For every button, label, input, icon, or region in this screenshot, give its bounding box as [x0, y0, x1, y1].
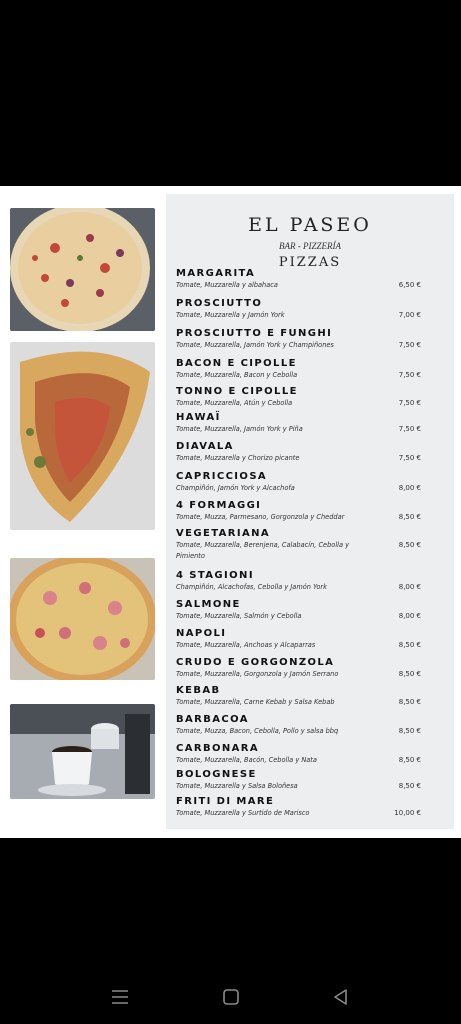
menu-item: CAPRICCIOSA Champiñón, Jamón York y Alcac…	[176, 471, 421, 494]
pizza-photo	[10, 208, 155, 331]
item-name: SALMONE	[176, 599, 241, 610]
item-name: CRUDO E GORGONZOLA	[176, 657, 335, 668]
item-name: 4 FORMAGGI	[176, 500, 262, 511]
item-price: 8,00 €	[398, 484, 421, 492]
home-icon[interactable]	[219, 986, 243, 1008]
item-price: 8,50 €	[398, 698, 421, 706]
item-description: Tomate, Muzzarella, Jamón York y Champiñ…	[176, 341, 334, 349]
pizza-ham-photo	[10, 558, 155, 680]
item-name: BACON E CIPOLLE	[176, 358, 297, 369]
item-price: 8,50 €	[398, 513, 421, 521]
menu-item: TONNO E CIPOLLE Tomate, Muzzarella, Atún …	[176, 386, 421, 409]
restaurant-subtitle: BAR - PIZZERÍA	[279, 241, 341, 251]
item-price: 6,50 €	[398, 281, 421, 289]
menu-item: BACON E CIPOLLE Tomate, Muzzarella, Bacon…	[176, 358, 421, 381]
item-description: Tomate, Muzzarella y albahaca	[176, 281, 278, 289]
menu-image: EL PASEO BAR - PIZZERÍA PIZZAS MARGARITA…	[0, 186, 461, 838]
item-description: Tomate, Muzzarella y Salsa Boloñesa	[176, 782, 298, 790]
item-price: 7,50 €	[398, 425, 421, 433]
menu-item: 4 STAGIONI Champiñón, Alcachofas, Cebolla…	[176, 570, 421, 593]
menu-item: PROSCIUTTO Tomate, Muzzarella y Jamón Yor…	[176, 298, 421, 321]
item-name: BARBACOA	[176, 714, 249, 725]
menu-item: CRUDO E GORGONZOLA Tomate, Muzzarella, Go…	[176, 657, 421, 680]
menu-item: MARGARITA Tomate, Muzzarella y albahaca 6,…	[176, 268, 421, 291]
menu-item: BARBACOA Tomate, Muzza, Bacon, Cebolla, P…	[176, 714, 421, 737]
item-description: Tomate, Muzzarella y Jamón York	[176, 311, 285, 319]
item-description: Tomate, Muzzarella y Chorizo picante	[176, 454, 300, 462]
item-price: 8,00 €	[398, 583, 421, 591]
menu-icon[interactable]	[108, 986, 132, 1008]
item-name: NAPOLI	[176, 628, 227, 639]
item-description: Tomate, Muzza, Parmesano, Gorgonzola y C…	[176, 513, 345, 521]
item-name: PROSCIUTTO	[176, 298, 263, 309]
item-description: Tomate, Muzzarella, Salmón y Cebolla	[176, 612, 302, 620]
item-description: Tomate, Muzzarella, Anchoas y Alcaparras	[176, 641, 316, 649]
menu-item: KEBAB Tomate, Muzzarella, Carne Kebab y S…	[176, 685, 421, 708]
item-price: 8,50 €	[398, 541, 421, 549]
menu-item: SALMONE Tomate, Muzzarella, Salmón y Cebo…	[176, 599, 421, 622]
item-price: 8,50 €	[398, 670, 421, 678]
item-name: MARGARITA	[176, 268, 256, 279]
item-description: Tomate, Muzzarella, Bacón, Cebolla y Nat…	[176, 756, 317, 764]
menu-panel: EL PASEO BAR - PIZZERÍA PIZZAS MARGARITA…	[166, 194, 454, 829]
item-name: HAWAÏ	[176, 412, 221, 423]
item-description: Champiñón, Alcachofas, Cebolla y Jamón Y…	[176, 583, 327, 591]
item-name: KEBAB	[176, 685, 221, 696]
back-icon[interactable]	[329, 986, 353, 1008]
item-name: VEGETARIANA	[176, 528, 271, 539]
item-name: BOLOGNESE	[176, 769, 257, 780]
item-description: Tomate, Muzzarella, Gorgonzola y Jamón S…	[176, 670, 339, 678]
item-name: DIAVALA	[176, 441, 234, 452]
item-price: 7,50 €	[398, 371, 421, 379]
item-name: FRITI DI MARE	[176, 796, 275, 807]
item-description: Tomate, Muzzarella, Berenjena, Calabacín…	[176, 541, 350, 560]
item-description: Tomate, Muzzarella y Surtido de Marisco	[176, 809, 310, 817]
restaurant-name: EL PASEO	[248, 214, 372, 236]
item-price: 8,50 €	[398, 727, 421, 735]
menu-item: VEGETARIANA Tomate, Muzzarella, Berenjena…	[176, 528, 421, 562]
item-description: Champiñón, Jamón York y Alcachofa	[176, 484, 295, 492]
item-name: TONNO E CIPOLLE	[176, 386, 298, 397]
item-name: PROSCIUTTO E FUNGHI	[176, 328, 333, 339]
item-description: Tomate, Muzzarella, Bacon y Cebolla	[176, 371, 298, 379]
item-price: 7,50 €	[398, 341, 421, 349]
menu-item: NAPOLI Tomate, Muzzarella, Anchoas y Alca…	[176, 628, 421, 651]
item-price: 8,50 €	[398, 756, 421, 764]
item-price: 8,50 €	[398, 782, 421, 790]
item-price: 7,00 €	[398, 311, 421, 319]
menu-item: 4 FORMAGGI Tomate, Muzza, Parmesano, Gorg…	[176, 500, 421, 523]
menu-item: DIAVALA Tomate, Muzzarella y Chorizo pica…	[176, 441, 421, 464]
menu-item: FRITI DI MARE Tomate, Muzzarella y Surtid…	[176, 796, 421, 819]
item-name: CARBONARA	[176, 743, 260, 754]
item-price: 10,00 €	[394, 809, 421, 817]
item-price: 8,50 €	[398, 641, 421, 649]
item-price: 7,50 €	[398, 454, 421, 462]
item-name: CAPRICCIOSA	[176, 471, 268, 482]
menu-item: HAWAÏ Tomate, Muzzarella, Jamón York y Pi…	[176, 412, 421, 435]
menu-item: PROSCIUTTO E FUNGHI Tomate, Muzzarella, J…	[176, 328, 421, 351]
item-price: 8,00 €	[398, 612, 421, 620]
menu-item: CARBONARA Tomate, Muzzarella, Bacón, Cebo…	[176, 743, 421, 766]
item-description: Tomate, Muzzarella, Carne Kebab y Salsa …	[176, 698, 335, 706]
menu-item: BOLOGNESE Tomate, Muzzarella y Salsa Bolo…	[176, 769, 421, 792]
coffee-cup-photo	[10, 704, 155, 799]
item-description: Tomate, Muzza, Bacon, Cebolla, Pollo y s…	[176, 727, 339, 735]
item-description: Tomate, Muzzarella, Jamón York y Piña	[176, 425, 303, 433]
android-nav-bar	[0, 970, 461, 1024]
calzone-photo	[10, 342, 155, 530]
item-name: 4 STAGIONI	[176, 570, 254, 581]
item-description: Tomate, Muzzarella, Atún y Cebolla	[176, 399, 293, 407]
item-price: 7,50 €	[398, 399, 421, 407]
